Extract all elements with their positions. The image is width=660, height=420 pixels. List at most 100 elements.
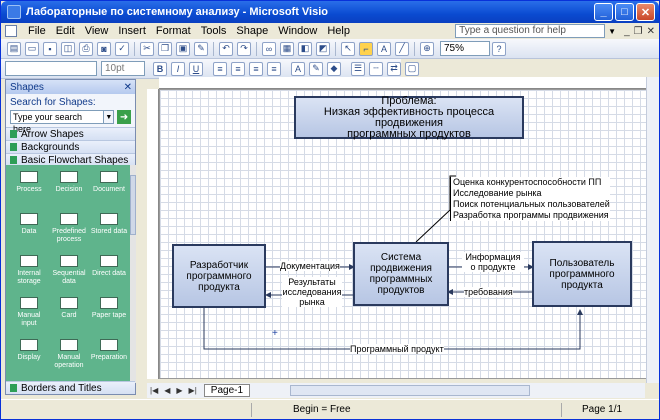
- stencil-backgrounds[interactable]: Backgrounds: [6, 140, 135, 153]
- line-pattern-icon[interactable]: ┄: [369, 61, 383, 76]
- stencil-shape-stored-data[interactable]: Stored data: [90, 213, 128, 236]
- system-box[interactable]: Система продвижения программных продукто…: [353, 242, 449, 306]
- stencil-shape-manual-operation[interactable]: Manual operation: [50, 339, 88, 370]
- scrollbar-thumb[interactable]: [130, 175, 136, 235]
- line-ends-icon[interactable]: ⇄: [387, 61, 401, 76]
- italic-icon[interactable]: I: [171, 61, 185, 76]
- new-icon[interactable]: ▤: [7, 41, 21, 56]
- menu-edit[interactable]: Edit: [51, 25, 80, 37]
- document-icon[interactable]: [5, 25, 17, 37]
- search-dropdown-icon[interactable]: ▼: [104, 110, 115, 124]
- title-bar[interactable]: Лабораторные по системному анализу - Mic…: [1, 1, 659, 23]
- align-left-icon[interactable]: ≡: [213, 61, 227, 76]
- shapes-panel-close-icon[interactable]: ✕: [124, 82, 132, 93]
- font-size-combo[interactable]: 10pt: [101, 61, 145, 76]
- font-color-icon[interactable]: A: [291, 61, 305, 76]
- problem-box[interactable]: Проблема: Низкая эффективность процесса …: [294, 95, 524, 139]
- zoom-combo[interactable]: 75%: [440, 41, 490, 56]
- print-icon[interactable]: ⎙: [79, 41, 93, 56]
- spelling-icon[interactable]: ✓: [115, 41, 129, 56]
- align-center-icon[interactable]: ≡: [231, 61, 245, 76]
- stencil-shape-decision[interactable]: Decision: [50, 171, 88, 194]
- align-right-icon[interactable]: ≡: [249, 61, 263, 76]
- stencil-shape-document[interactable]: Document: [90, 171, 128, 194]
- stencil-arrow-shapes[interactable]: Arrow Shapes: [6, 127, 135, 140]
- stencil-shape-direct-data[interactable]: Direct data: [90, 255, 128, 278]
- fill-color-icon[interactable]: ◆: [327, 61, 341, 76]
- stencil-shape-process[interactable]: Process: [10, 171, 48, 194]
- annotation-block[interactable]: Оценка конкурентоспособности ПП Исследов…: [450, 177, 610, 221]
- help-icon[interactable]: ?: [492, 41, 506, 56]
- copy-icon[interactable]: ❐: [158, 41, 172, 56]
- results-label[interactable]: Результаты исследования рынка: [282, 277, 342, 307]
- menu-tools[interactable]: Tools: [196, 25, 232, 37]
- minimize-button[interactable]: _: [594, 3, 613, 21]
- paste-icon[interactable]: ▣: [176, 41, 190, 56]
- stencil-shape-card[interactable]: Card: [50, 297, 88, 320]
- stencil-shape-manual-input[interactable]: Manual input: [10, 297, 48, 328]
- horizontal-scrollbar[interactable]: [290, 385, 531, 396]
- cut-icon[interactable]: ✂: [140, 41, 154, 56]
- save-icon[interactable]: ▪: [43, 41, 57, 56]
- shape-search-input[interactable]: Type your search here: [10, 110, 105, 134]
- stencil-shape-predefined-process[interactable]: Predefined process: [50, 213, 88, 244]
- developer-box[interactable]: Разработчик программного продукта: [172, 244, 266, 308]
- next-page-icon[interactable]: ▶: [176, 386, 182, 395]
- vertical-ruler[interactable]: [147, 89, 159, 379]
- search-go-icon[interactable]: ➜: [117, 110, 131, 124]
- doc-minimize-button[interactable]: _: [624, 26, 630, 37]
- stencil-shape-display[interactable]: Display: [10, 339, 48, 362]
- undo-icon[interactable]: ↶: [219, 41, 233, 56]
- vertical-scrollbar[interactable]: [646, 77, 659, 383]
- info-label[interactable]: Информация о продукте: [462, 252, 524, 272]
- stencil-shape-paper-tape[interactable]: Paper tape: [90, 297, 128, 320]
- page-tab[interactable]: Page-1: [203, 384, 251, 397]
- print-preview-icon[interactable]: ◙: [97, 41, 111, 56]
- horizontal-ruler[interactable]: [159, 77, 649, 89]
- drawing-tools-icon[interactable]: ◩: [316, 41, 330, 56]
- menu-window[interactable]: Window: [273, 25, 322, 37]
- justify-icon[interactable]: ≡: [267, 61, 281, 76]
- text-tool-icon[interactable]: A: [377, 41, 391, 56]
- prev-page-icon[interactable]: ◀: [164, 386, 170, 395]
- close-button[interactable]: ✕: [636, 3, 655, 21]
- stencil-scrollbar[interactable]: [130, 165, 136, 383]
- redo-icon[interactable]: ↷: [237, 41, 251, 56]
- visio-app-icon[interactable]: [7, 5, 21, 19]
- product-label[interactable]: Программный продукт: [350, 344, 444, 354]
- line-tool-icon[interactable]: ╱: [395, 41, 409, 56]
- stencils-icon[interactable]: ▦: [280, 41, 294, 56]
- doc-restore-button[interactable]: ❐: [634, 26, 643, 37]
- permission-icon[interactable]: ◫: [61, 41, 75, 56]
- open-icon[interactable]: ▭: [25, 41, 39, 56]
- bold-icon[interactable]: B: [153, 61, 167, 76]
- stencil-shape-internal-storage[interactable]: Internal storage: [10, 255, 48, 286]
- font-name-combo[interactable]: [5, 61, 97, 76]
- hyperlink-icon[interactable]: ∞: [262, 41, 276, 56]
- pointer-tool-icon[interactable]: ↖: [341, 41, 355, 56]
- menu-format[interactable]: Format: [151, 25, 196, 37]
- help-dropdown-icon[interactable]: ▼: [608, 27, 616, 36]
- menu-file[interactable]: File: [23, 25, 51, 37]
- drawing-canvas[interactable]: + Проблема: Низкая эффективность процесс…: [159, 89, 649, 379]
- requirements-label[interactable]: требования: [464, 287, 513, 297]
- stencil-borders-and-titles[interactable]: Borders and Titles: [6, 381, 135, 394]
- maximize-button[interactable]: □: [615, 3, 634, 21]
- menu-shape[interactable]: Shape: [231, 25, 273, 37]
- line-weight-icon[interactable]: ☰: [351, 61, 365, 76]
- stencil-shape-preparation[interactable]: Preparation: [90, 339, 128, 362]
- user-box[interactable]: Пользователь программного продукта: [532, 241, 632, 307]
- doc-close-button[interactable]: ✕: [647, 26, 655, 37]
- docs-label[interactable]: Документация: [280, 261, 340, 271]
- line-color-icon[interactable]: ✎: [309, 61, 323, 76]
- connector-tool-icon[interactable]: ⌐: [359, 41, 373, 56]
- connector-product[interactable]: [203, 308, 583, 350]
- menu-help[interactable]: Help: [322, 25, 355, 37]
- last-page-icon[interactable]: ▶|: [189, 386, 197, 395]
- stencil-shape-sequential-data[interactable]: Sequential data: [50, 255, 88, 286]
- format-painter-icon[interactable]: ✎: [194, 41, 208, 56]
- shadow-color-icon[interactable]: ▢: [405, 61, 419, 76]
- first-page-icon[interactable]: |◀: [150, 386, 158, 395]
- help-question-input[interactable]: Type a question for help: [455, 24, 606, 38]
- stencil-shape-data[interactable]: Data: [10, 213, 48, 236]
